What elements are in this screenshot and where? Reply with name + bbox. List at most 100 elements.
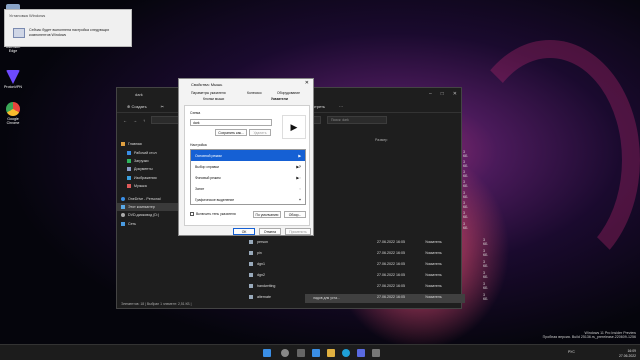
nav-item-music[interactable]: Музыка <box>117 182 179 190</box>
nav-label: Сеть <box>128 221 136 226</box>
cancel-button[interactable]: Отмена <box>259 228 281 235</box>
new-button[interactable]: ⊕ Создать <box>127 104 147 109</box>
nav-item-home[interactable]: Главная <box>117 140 179 148</box>
file-size: 3 КБ <box>483 293 488 301</box>
browse-button[interactable]: Обзор... <box>284 211 306 218</box>
file-date: 27.06.2022 16:05 <box>377 295 405 299</box>
cursor-item[interactable]: Выбор справки ▶? <box>191 161 305 172</box>
file-row[interactable]: dgn2 27.06.2022 16:05 Указатель 3 КБ <box>249 270 487 280</box>
widgets-icon[interactable] <box>312 349 320 357</box>
nav-item-network[interactable]: Сеть <box>117 220 179 228</box>
save-as-button[interactable]: Сохранить как... <box>215 129 247 136</box>
cut-icon[interactable]: ✂ <box>161 104 164 109</box>
desktop-icon-chrome[interactable]: Google Chrome <box>2 102 24 125</box>
maximize-icon[interactable]: □ <box>441 91 444 97</box>
nav-label: Главная <box>128 142 142 147</box>
cursor-file-icon <box>249 295 253 299</box>
navigation-pane: Главная Рабочий стол Загрузки Документы … <box>117 140 179 298</box>
working-cursor-icon: ▶◌ <box>296 175 301 180</box>
nav-item-this-pc[interactable]: Этот компьютер <box>117 202 179 212</box>
cursor-list: Основной режим ▶ Выбор справки ▶? Фоновый … <box>190 149 306 205</box>
nav-item-dvd[interactable]: DVD-дисковод (D:) <box>117 211 179 219</box>
checkbox-icon <box>190 212 194 216</box>
clock[interactable]: 16:09 27.06.2022 <box>619 349 636 358</box>
file-explorer-icon[interactable] <box>327 349 335 357</box>
cursor-file-icon <box>249 251 253 255</box>
desktop-icon-protonvpn[interactable]: ProtonVPN <box>2 70 24 89</box>
file-row[interactable]: pin 27.06.2022 16:05 Указатель 3 КБ <box>249 248 487 258</box>
delete-button[interactable]: Удалить <box>249 129 271 136</box>
task-view-icon[interactable] <box>297 349 305 357</box>
file-date: 27.06.2022 16:05 <box>377 262 405 266</box>
file-type: Указатель <box>425 295 442 299</box>
size-cell: 3 КБ <box>463 150 468 158</box>
search-input[interactable]: Поиск: dark <box>327 116 387 124</box>
store-icon[interactable] <box>357 349 365 357</box>
nav-label: Рабочий стол <box>134 150 157 155</box>
nav-item-onedrive[interactable]: OneDrive - Personal <box>117 194 179 202</box>
default-button[interactable]: По умолчанию <box>253 211 281 218</box>
size-cell: 3 КБ <box>463 222 468 230</box>
file-row[interactable]: alternate 27.06.2022 16:05 Указатель 3 КБ <box>249 292 487 302</box>
file-row[interactable]: handwriting 27.06.2022 16:05 Указатель 3 КБ <box>249 281 487 291</box>
file-name: dgn1 <box>257 262 265 266</box>
shadow-checkbox[interactable]: Включить тень указателя <box>190 212 236 216</box>
cursor-item[interactable]: Основной режим ▶ <box>191 150 305 161</box>
minimize-icon[interactable]: – <box>429 91 432 97</box>
cursor-name: Занят <box>195 186 205 191</box>
size-cell: 3 КБ <box>463 170 468 178</box>
tab-hardware[interactable]: Оборудование <box>277 91 300 95</box>
language-indicator[interactable]: РУС <box>568 350 575 354</box>
file-row[interactable]: person 27.06.2022 16:05 Указатель 3 КБ <box>249 237 487 247</box>
file-name: dgn2 <box>257 273 265 277</box>
scheme-label: Схема <box>190 111 201 115</box>
file-size: 3 КБ <box>483 271 488 279</box>
arrow-cursor-icon: ▶ <box>298 153 301 158</box>
nav-item-downloads[interactable]: Загрузки <box>117 157 179 165</box>
tab-pointer-options[interactable]: Параметры указателя <box>191 91 226 95</box>
back-icon[interactable]: ← <box>123 118 127 123</box>
setup-notification: Установка Windows Сейчас будет выполнена… <box>4 9 132 47</box>
up-icon[interactable]: ↑ <box>143 118 145 123</box>
file-type: Указатель <box>425 240 442 244</box>
forward-icon[interactable]: → <box>133 118 137 123</box>
scheme-select[interactable]: dark <box>190 119 272 126</box>
nav-item-documents[interactable]: Документы <box>117 165 179 173</box>
cursor-name: Основной режим <box>195 153 222 158</box>
network-icon <box>121 221 125 226</box>
taskbar: РУС 16:09 27.06.2022 <box>0 344 640 360</box>
chrome-icon <box>6 102 20 116</box>
download-icon <box>127 158 131 163</box>
cursor-file-icon <box>249 273 253 277</box>
nav-item-images[interactable]: Изображения <box>117 174 179 182</box>
nav-label: Музыка <box>134 184 147 189</box>
ok-button[interactable]: ОК <box>233 228 255 235</box>
settings-icon[interactable] <box>372 349 380 357</box>
protonvpn-label: ProtonVPN <box>4 85 22 89</box>
dialog-titlebar: Свойства: Мышь ✕ <box>179 79 313 89</box>
nav-label: Документы <box>134 167 153 172</box>
search-icon[interactable] <box>281 349 289 357</box>
cursor-item[interactable]: Занят ◌ <box>191 183 305 194</box>
cursor-name: Выбор справки <box>195 164 219 169</box>
tab-buttons[interactable]: Кнопки мыши <box>203 97 224 101</box>
cloud-icon <box>121 196 125 201</box>
build-watermark: Windows 11 Pro Insider Preview Пробная в… <box>543 331 636 340</box>
apply-button[interactable]: Применить <box>285 228 311 235</box>
more-icon[interactable]: ··· <box>339 104 343 109</box>
cursor-item[interactable]: Графическое выделение + <box>191 194 305 204</box>
file-size: 3 КБ <box>483 249 488 257</box>
status-bar: Элементов: 18 | Выбран 1 элемент: 2,51 К… <box>121 302 192 306</box>
file-type: Указатель <box>425 262 442 266</box>
close-icon[interactable]: ✕ <box>305 80 309 86</box>
cursor-item[interactable]: Фоновый режим ▶◌ <box>191 172 305 183</box>
file-row[interactable]: dgn1 27.06.2022 16:05 Указатель 3 КБ <box>249 259 487 269</box>
tab-wheel[interactable]: Колесико <box>247 91 262 95</box>
close-icon[interactable]: ✕ <box>453 91 457 97</box>
column-size[interactable]: Размер <box>375 138 387 142</box>
start-icon[interactable] <box>263 349 271 357</box>
tab-pointers[interactable]: Указатели <box>271 97 288 101</box>
nav-item-desktop[interactable]: Рабочий стол <box>117 148 179 156</box>
edge-icon[interactable] <box>342 349 350 357</box>
nav-label: Загрузки <box>134 158 149 163</box>
